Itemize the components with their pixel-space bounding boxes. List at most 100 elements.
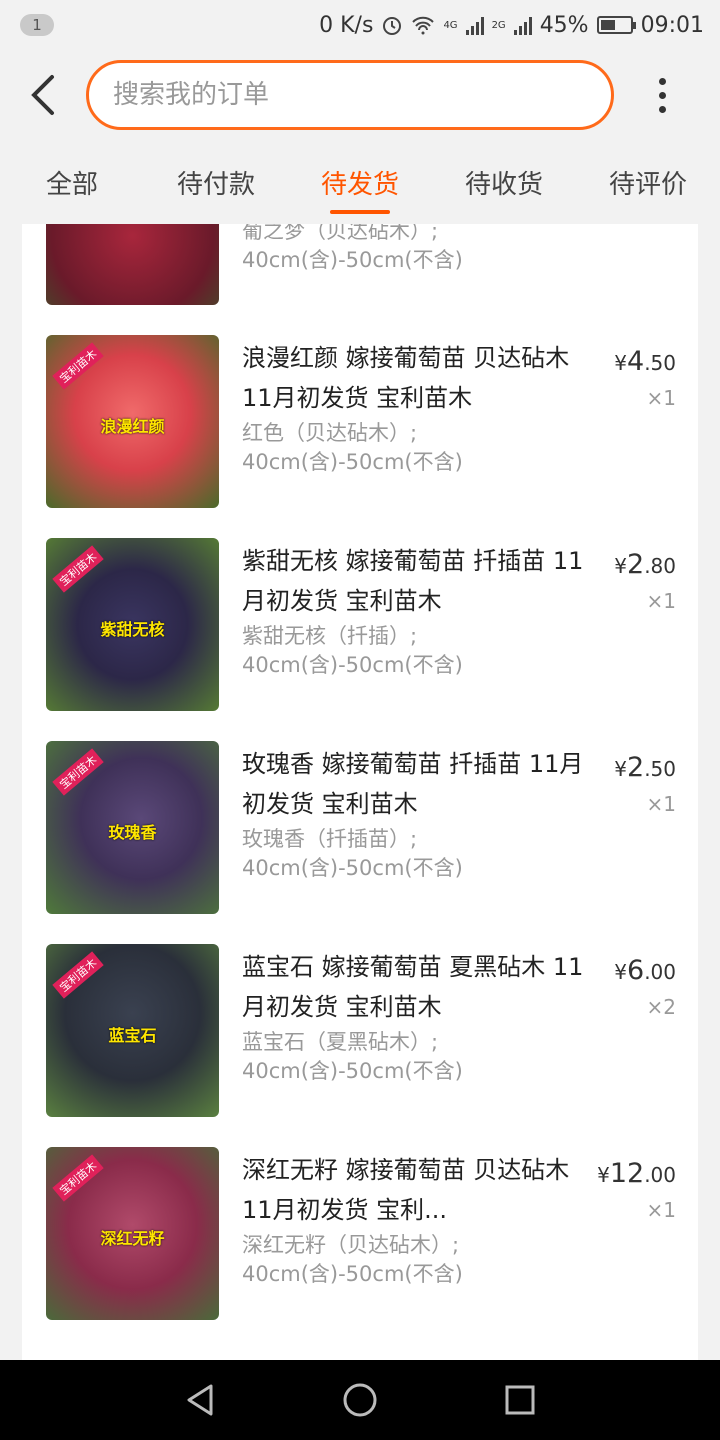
price-integer: 6 xyxy=(627,955,645,986)
sku-text: 玫瑰香（扦插苗）; 40cm(含)-50cm(不含) xyxy=(242,825,582,883)
price-decimal: .00 xyxy=(644,960,676,984)
nav-recents-button[interactable] xyxy=(490,1370,550,1430)
signal-icon-2 xyxy=(513,15,532,35)
product-title[interactable]: 紫甜无核 嫁接葡萄苗 扦插苗 11月初发货 宝利苗木 xyxy=(242,541,592,621)
battery-percent: 45% xyxy=(539,12,589,38)
price-integer: 12 xyxy=(609,1158,645,1189)
network-type-1: 4G xyxy=(443,19,458,31)
price: ¥4.50 xyxy=(614,346,676,377)
product-thumbnail[interactable]: 宝利苗木 浪漫红颜 xyxy=(46,335,219,508)
dot xyxy=(658,77,666,85)
price-integer: 2 xyxy=(627,752,645,783)
sku-size: 40cm(含)-50cm(不含) xyxy=(242,1262,463,1286)
status-indicators: 0 K/s 4G 2G 45% 09:01 xyxy=(319,13,704,38)
quantity: ×2 xyxy=(646,995,676,1019)
tab-pending-shipment[interactable]: 待发货 xyxy=(288,140,432,224)
currency-symbol: ¥ xyxy=(614,757,627,781)
nav-back-button[interactable] xyxy=(170,1370,230,1430)
price: ¥6.00 xyxy=(614,955,676,986)
price-decimal: .00 xyxy=(644,1163,676,1187)
price: ¥12.00 xyxy=(597,1158,676,1189)
sku-size: 40cm(含)-50cm(不含) xyxy=(242,450,463,474)
thumbnail-caption: 深红无籽 xyxy=(100,1229,165,1248)
sku-text: 深红无籽（贝达砧木）; 40cm(含)-50cm(不含) xyxy=(242,1231,582,1289)
order-item-list: 葡之梦（贝达砧木）; 40cm(含)-50cm(不含) 宝利苗木 浪漫红颜 浪漫… xyxy=(22,224,698,1360)
list-item[interactable]: 宝利苗木 玫瑰香 玫瑰香 嫁接葡萄苗 扦插苗 11月初发货 宝利苗木 玫瑰香（扦… xyxy=(22,730,698,933)
list-item[interactable]: 宝利苗木 深红无籽 深红无籽 嫁接葡萄苗 贝达砧木 11月初发货 宝利... 深… xyxy=(22,1136,698,1339)
system-navigation-bar xyxy=(0,1360,720,1440)
quantity: ×1 xyxy=(646,1198,676,1222)
sku-variant: 紫甜无核（扦插）; xyxy=(242,624,418,648)
sku-text: 红色（贝达砧木）; 40cm(含)-50cm(不含) xyxy=(242,419,582,477)
thumbnail-caption: 玫瑰香 xyxy=(108,823,157,842)
tab-pending-receipt[interactable]: 待收货 xyxy=(432,140,576,224)
list-item[interactable]: 宝利苗木 蓝宝石 蓝宝石 嫁接葡萄苗 夏黑砧木 11月初发货 宝利苗木 蓝宝石（… xyxy=(22,933,698,1136)
price: ¥2.80 xyxy=(614,549,676,580)
quantity: ×1 xyxy=(646,386,676,410)
product-title[interactable]: 深红无籽 嫁接葡萄苗 贝达砧木 11月初发货 宝利... xyxy=(242,1150,592,1230)
search-input[interactable] xyxy=(113,80,611,110)
sku-size: 40cm(含)-50cm(不含) xyxy=(242,653,463,677)
sku-variant: 红色（贝达砧木）; xyxy=(242,421,418,445)
dot xyxy=(658,105,666,113)
sku-variant: 蓝宝石（夏黑砧木）; xyxy=(242,1030,439,1054)
nav-home-button[interactable] xyxy=(330,1370,390,1430)
square-recents-icon xyxy=(505,1385,535,1415)
clock: 09:01 xyxy=(640,12,704,38)
price-integer: 4 xyxy=(627,346,645,377)
battery-icon xyxy=(596,16,636,34)
shop-tag: 宝利苗木 xyxy=(52,951,104,999)
top-bar xyxy=(0,50,720,140)
thumbnail-caption: 蓝宝石 xyxy=(108,1026,157,1045)
tab-pending-payment[interactable]: 待付款 xyxy=(144,140,288,224)
shop-tag: 宝利苗木 xyxy=(52,545,104,593)
circle-home-icon xyxy=(343,1383,377,1417)
list-item[interactable]: 宝利苗木 浪漫红颜 浪漫红颜 嫁接葡萄苗 贝达砧木 11月初发货 宝利苗木 红色… xyxy=(22,324,698,527)
product-thumbnail[interactable] xyxy=(46,224,219,305)
currency-symbol: ¥ xyxy=(597,1163,610,1187)
sku-size: 40cm(含)-50cm(不含) xyxy=(242,248,463,272)
thumbnail-caption: 紫甜无核 xyxy=(100,620,165,639)
product-title[interactable]: 浪漫红颜 嫁接葡萄苗 贝达砧木 11月初发货 宝利苗木 xyxy=(242,338,592,418)
sku-variant: 葡之梦（贝达砧木）; xyxy=(242,224,439,243)
price-decimal: .80 xyxy=(644,554,676,578)
sku-variant: 深红无籽（贝达砧木）; xyxy=(242,1233,460,1257)
sku-variant: 玫瑰香（扦插苗）; xyxy=(242,827,418,851)
wifi-icon xyxy=(412,16,435,35)
shop-tag: 宝利苗木 xyxy=(52,1154,104,1202)
currency-symbol: ¥ xyxy=(614,960,627,984)
sku-text: 葡之梦（贝达砧木）; 40cm(含)-50cm(不含) xyxy=(242,224,582,275)
currency-symbol: ¥ xyxy=(614,554,627,578)
quantity: ×1 xyxy=(646,589,676,613)
search-box[interactable] xyxy=(86,60,614,130)
price-integer: 2 xyxy=(627,549,645,580)
currency-symbol: ¥ xyxy=(614,351,627,375)
product-thumbnail[interactable]: 宝利苗木 紫甜无核 xyxy=(46,538,219,711)
sku-size: 40cm(含)-50cm(不含) xyxy=(242,856,463,880)
back-arrow-icon xyxy=(31,75,54,115)
net-speed: 0 K/s xyxy=(319,12,374,38)
tab-all[interactable]: 全部 xyxy=(0,140,144,224)
quantity: ×1 xyxy=(646,792,676,816)
dot xyxy=(658,91,666,99)
sku-text: 蓝宝石（夏黑砧木）; 40cm(含)-50cm(不含) xyxy=(242,1028,582,1086)
sku-size: 40cm(含)-50cm(不含) xyxy=(242,1059,463,1083)
product-thumbnail[interactable]: 宝利苗木 蓝宝石 xyxy=(46,944,219,1117)
sku-text: 紫甜无核（扦插）; 40cm(含)-50cm(不含) xyxy=(242,622,582,680)
product-thumbnail[interactable]: 宝利苗木 玫瑰香 xyxy=(46,741,219,914)
notification-badge: 1 xyxy=(20,14,54,36)
list-item[interactable]: 宝利苗木 紫甜无核 紫甜无核 嫁接葡萄苗 扦插苗 11月初发货 宝利苗木 紫甜无… xyxy=(22,527,698,730)
network-type-2: 2G xyxy=(491,19,506,31)
price-decimal: .50 xyxy=(644,351,676,375)
tab-pending-review[interactable]: 待评价 xyxy=(576,140,720,224)
price: ¥2.50 xyxy=(614,752,676,783)
product-title[interactable]: 玫瑰香 嫁接葡萄苗 扦插苗 11月初发货 宝利苗木 xyxy=(242,744,592,824)
status-bar: 1 0 K/s 4G 2G 45% 09:01 xyxy=(0,0,720,50)
product-title[interactable]: 蓝宝石 嫁接葡萄苗 夏黑砧木 11月初发货 宝利苗木 xyxy=(242,947,592,1027)
price-decimal: .50 xyxy=(644,757,676,781)
back-button[interactable] xyxy=(0,50,86,140)
more-menu-button[interactable] xyxy=(614,50,710,140)
list-item[interactable]: 葡之梦（贝达砧木）; 40cm(含)-50cm(不含) xyxy=(22,224,698,324)
shop-tag: 宝利苗木 xyxy=(52,342,104,390)
product-thumbnail[interactable]: 宝利苗木 深红无籽 xyxy=(46,1147,219,1320)
